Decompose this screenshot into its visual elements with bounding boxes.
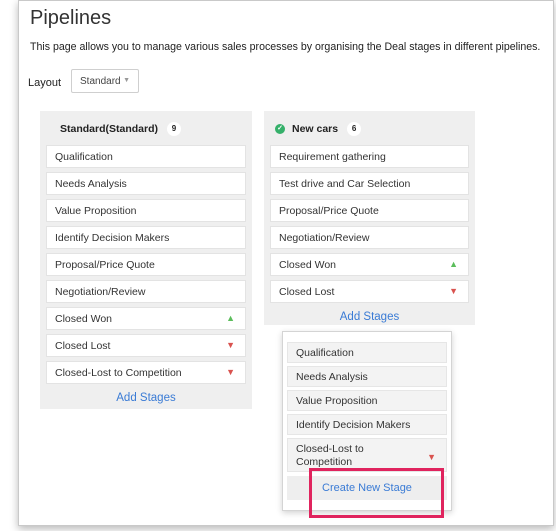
thumbs-down-icon: ▼ (449, 286, 458, 296)
layout-label: Layout (28, 77, 62, 89)
stage-count-badge: 9 (167, 122, 182, 136)
stage-item[interactable]: Identify Decision Makers (46, 226, 246, 249)
stage-item[interactable]: Qualification (46, 145, 246, 168)
pipeline-column-standard: Standard(Standard) 9 Qualification Needs… (40, 111, 252, 409)
page-description: This page allows you to manage various s… (30, 41, 541, 53)
pipeline-column-new-cars: ✓ New cars 6 Requirement gathering Test … (264, 111, 475, 325)
option-label: Closed-Lost to Competition (296, 443, 364, 468)
stage-item[interactable]: Value Proposition (46, 199, 246, 222)
pipeline-name: Standard(Standard) (60, 123, 159, 135)
stage-item[interactable]: Needs Analysis (46, 172, 246, 195)
stage-item[interactable]: Requirement gathering (270, 145, 469, 168)
stage-label: Closed Won (279, 259, 337, 271)
pipeline-header[interactable]: ✓ New cars 6 (270, 117, 469, 141)
stage-label: Test drive and Car Selection (279, 178, 411, 190)
stage-label: Value Proposition (55, 205, 137, 217)
option-label: Needs Analysis (296, 371, 368, 383)
stage-label: Negotiation/Review (279, 232, 370, 244)
stage-label: Closed Lost (55, 340, 111, 352)
pipelines-page: Pipelines This page allows you to manage… (18, 0, 554, 526)
stage-label: Needs Analysis (55, 178, 127, 190)
stage-label: Closed Won (55, 313, 113, 325)
stage-item[interactable]: Closed Won ▲ (270, 253, 469, 276)
create-new-stage-button[interactable]: Create New Stage (287, 476, 447, 500)
stage-count-badge: 6 (347, 122, 362, 136)
stage-item[interactable]: Negotiation/Review (270, 226, 469, 249)
add-stages-dropdown: Qualification Needs Analysis Value Propo… (282, 331, 452, 511)
chevron-down-icon: ▼ (123, 77, 130, 84)
dropdown-stage-option[interactable]: Qualification (287, 342, 447, 363)
stage-label: Requirement gathering (279, 151, 386, 163)
stage-label: Closed Lost (279, 286, 335, 298)
stage-item[interactable]: Closed Lost ▼ (270, 280, 469, 303)
stage-label: Negotiation/Review (55, 286, 146, 298)
option-label: Value Proposition (296, 395, 378, 407)
page-title: Pipelines (30, 7, 112, 29)
stage-label: Identify Decision Makers (55, 232, 170, 244)
stage-item[interactable]: Closed Lost ▼ (46, 334, 246, 357)
dropdown-stage-option[interactable]: Closed-Lost to Competition ▼ (287, 438, 447, 472)
thumbs-up-icon: ▲ (226, 313, 235, 323)
stage-item[interactable]: Proposal/Price Quote (270, 199, 469, 222)
stage-label: Proposal/Price Quote (55, 259, 155, 271)
dropdown-stage-option[interactable]: Identify Decision Makers (287, 414, 447, 435)
stage-label: Proposal/Price Quote (279, 205, 379, 217)
stage-item[interactable]: Closed Won ▲ (46, 307, 246, 330)
thumbs-up-icon: ▲ (449, 259, 458, 269)
thumbs-down-icon: ▼ (427, 452, 436, 462)
stage-item[interactable]: Closed-Lost to Competition ▼ (46, 361, 246, 384)
thumbs-down-icon: ▼ (226, 340, 235, 350)
layout-select-value: Standard (80, 76, 121, 87)
option-label: Qualification (296, 347, 354, 359)
dropdown-stage-option[interactable]: Needs Analysis (287, 366, 447, 387)
check-icon: ✓ (275, 124, 285, 134)
stage-item[interactable]: Proposal/Price Quote (46, 253, 246, 276)
pipeline-name: New cars (292, 123, 339, 135)
stage-item[interactable]: Negotiation/Review (46, 280, 246, 303)
dropdown-stage-option[interactable]: Value Proposition (287, 390, 447, 411)
add-stages-link[interactable]: Add Stages (46, 392, 246, 404)
option-label: Identify Decision Makers (296, 419, 411, 431)
stage-item[interactable]: Test drive and Car Selection (270, 172, 469, 195)
thumbs-down-icon: ▼ (226, 367, 235, 377)
stage-label: Qualification (55, 151, 113, 163)
add-stages-link[interactable]: Add Stages (270, 311, 469, 323)
layout-select[interactable]: Standard ▼ (71, 69, 139, 93)
pipeline-header[interactable]: Standard(Standard) 9 (46, 117, 246, 141)
stage-label: Closed-Lost to Competition (55, 367, 182, 379)
